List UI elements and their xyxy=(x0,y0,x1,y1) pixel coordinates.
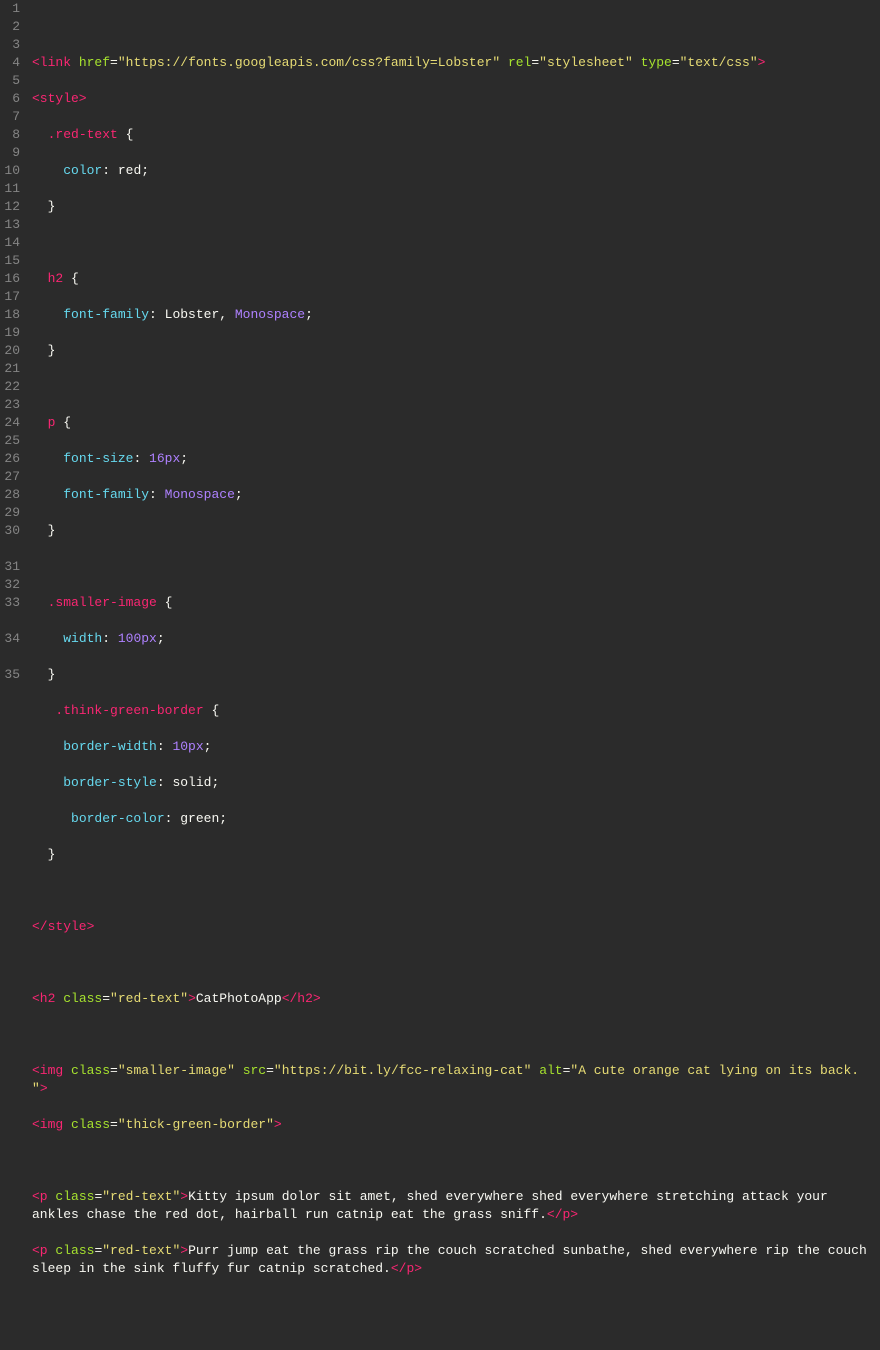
line-number-gutter: 1 2 3 4 5 6 7 8 9 10 11 12 13 14 15 16 1… xyxy=(0,0,26,676)
line-number: 21 xyxy=(0,360,20,378)
code-line[interactable]: <img class="thick-green-border"> xyxy=(32,1116,874,1134)
line-number: 17 xyxy=(0,288,20,306)
code-line[interactable] xyxy=(32,1152,874,1170)
code-line[interactable]: color: red; xyxy=(32,162,874,180)
line-number: 8 xyxy=(0,126,20,144)
line-number: 23 xyxy=(0,396,20,414)
code-editor[interactable]: 1 2 3 4 5 6 7 8 9 10 11 12 13 14 15 16 1… xyxy=(0,0,880,676)
code-line[interactable]: font-family: Lobster, Monospace; xyxy=(32,306,874,324)
code-line[interactable]: <link href="https://fonts.googleapis.com… xyxy=(32,54,874,72)
line-number: 31 xyxy=(0,558,20,576)
line-number: 3 xyxy=(0,36,20,54)
code-line[interactable] xyxy=(32,1026,874,1044)
line-number: 35 xyxy=(0,666,20,684)
code-line[interactable] xyxy=(32,882,874,900)
line-number: 5 xyxy=(0,72,20,90)
line-number: 34 xyxy=(0,630,20,666)
line-number: 30 xyxy=(0,522,20,558)
code-line[interactable]: <h2 class="red-text">CatPhotoApp</h2> xyxy=(32,990,874,1008)
code-line[interactable]: <p class="red-text">Purr jump eat the gr… xyxy=(32,1242,874,1278)
code-line[interactable]: font-size: 16px; xyxy=(32,450,874,468)
line-number: 1 xyxy=(0,0,20,18)
code-line[interactable] xyxy=(32,954,874,972)
line-number: 9 xyxy=(0,144,20,162)
line-number: 24 xyxy=(0,414,20,432)
line-number: 4 xyxy=(0,54,20,72)
code-line[interactable]: .smaller-image { xyxy=(32,594,874,612)
line-number: 28 xyxy=(0,486,20,504)
line-number: 13 xyxy=(0,216,20,234)
code-line[interactable]: font-family: Monospace; xyxy=(32,486,874,504)
line-number: 32 xyxy=(0,576,20,594)
code-line[interactable]: .think-green-border { xyxy=(32,702,874,720)
line-number: 10 xyxy=(0,162,20,180)
code-line[interactable]: <p class="red-text">Kitty ipsum dolor si… xyxy=(32,1188,874,1224)
line-number: 7 xyxy=(0,108,20,126)
code-line[interactable]: border-style: solid; xyxy=(32,774,874,792)
code-line[interactable]: .red-text { xyxy=(32,126,874,144)
code-line[interactable]: } xyxy=(32,522,874,540)
line-number: 29 xyxy=(0,504,20,522)
line-number: 12 xyxy=(0,198,20,216)
code-line[interactable] xyxy=(32,558,874,576)
code-line[interactable]: border-color: green; xyxy=(32,810,874,828)
code-line[interactable]: border-width: 10px; xyxy=(32,738,874,756)
line-number: 2 xyxy=(0,18,20,36)
line-number: 18 xyxy=(0,306,20,324)
code-line[interactable]: } xyxy=(32,198,874,216)
line-number: 20 xyxy=(0,342,20,360)
code-line[interactable]: width: 100px; xyxy=(32,630,874,648)
code-line[interactable]: <style> xyxy=(32,90,874,108)
line-number: 11 xyxy=(0,180,20,198)
code-line[interactable]: } xyxy=(32,342,874,360)
code-line[interactable]: </style> xyxy=(32,918,874,936)
line-number: 6 xyxy=(0,90,20,108)
line-number: 27 xyxy=(0,468,20,486)
line-number: 25 xyxy=(0,432,20,450)
line-number: 22 xyxy=(0,378,20,396)
code-area[interactable]: <link href="https://fonts.googleapis.com… xyxy=(26,0,880,676)
code-line[interactable] xyxy=(32,378,874,396)
code-line[interactable]: } xyxy=(32,846,874,864)
line-number: 15 xyxy=(0,252,20,270)
line-number: 16 xyxy=(0,270,20,288)
code-line[interactable] xyxy=(32,1296,874,1314)
line-number: 26 xyxy=(0,450,20,468)
code-line[interactable] xyxy=(32,18,874,36)
line-number: 14 xyxy=(0,234,20,252)
line-number: 33 xyxy=(0,594,20,630)
line-number: 19 xyxy=(0,324,20,342)
code-line[interactable]: <img class="smaller-image" src="https://… xyxy=(32,1062,874,1098)
code-line[interactable]: p { xyxy=(32,414,874,432)
code-line[interactable] xyxy=(32,234,874,252)
code-line[interactable]: h2 { xyxy=(32,270,874,288)
code-line[interactable]: } xyxy=(32,666,874,684)
